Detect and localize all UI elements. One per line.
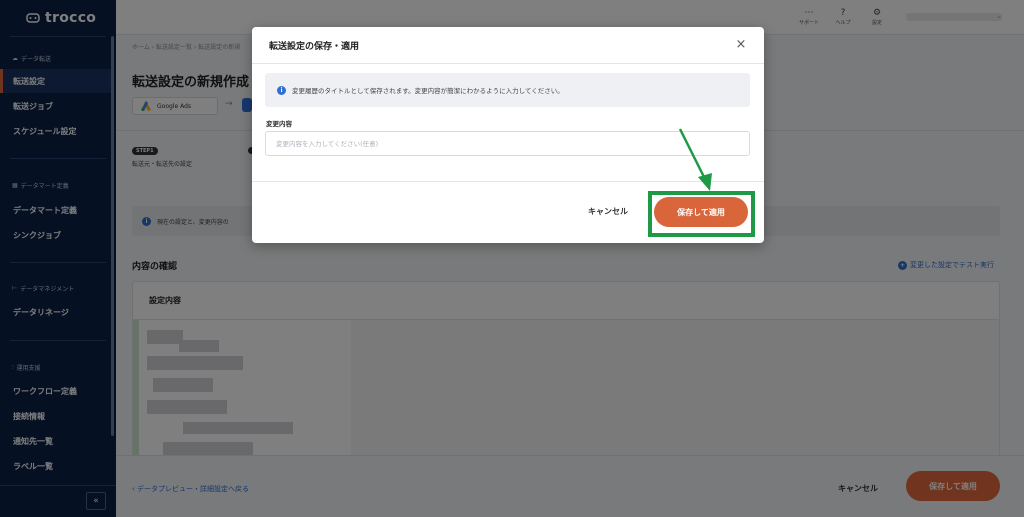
change-description-label: 変更内容 — [266, 120, 292, 128]
close-icon[interactable]: × — [733, 37, 749, 53]
info-icon: i — [277, 85, 286, 95]
modal-cancel-button[interactable]: キャンセル — [588, 206, 628, 217]
annotation-arrow-icon — [678, 128, 712, 191]
modal-header: 転送設定の保存・適用 — [252, 27, 764, 64]
modal-title: 転送設定の保存・適用 — [269, 41, 360, 52]
highlight-box — [648, 191, 755, 237]
modal-info-banner: i 変更履歴のタイトルとして保存されます。変更内容が簡潔にわかるように入力してく… — [265, 73, 750, 107]
